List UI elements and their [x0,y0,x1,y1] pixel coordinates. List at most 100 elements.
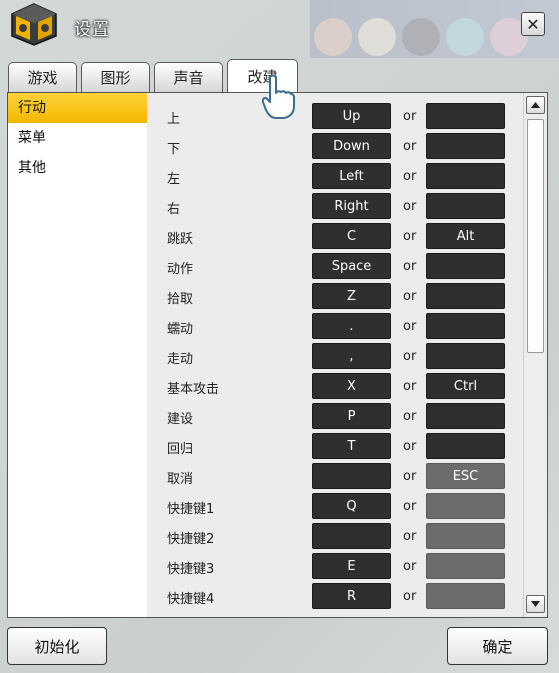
keybinding-row: 跳跃 Cor Alt [167,221,512,251]
hand-pointer-icon [262,74,295,119]
or-separator: or [403,169,417,184]
category-sidebar: 行动 菜单 其他 [8,93,147,617]
secondary-key-slot[interactable] [426,553,505,579]
or-separator: or [403,139,417,154]
secondary-key-slot[interactable] [426,433,505,459]
primary-key-slot[interactable]: X [312,373,391,399]
sidebar-item-action[interactable]: 行动 [8,93,147,123]
keybinding-row: 建设 Por [167,401,512,431]
tab-graphics[interactable]: 图形 [81,62,150,92]
primary-key-slot[interactable] [312,463,391,489]
secondary-key-slot[interactable] [426,403,505,429]
or-separator: or [403,109,417,124]
keybinding-row: 左 Left or [167,161,512,191]
primary-key-slot[interactable]: Q [312,493,391,519]
settings-panel: 行动 菜单 其他 上 Up or 下 Down or 左 Left or 右 Right or 跳跃 Co… [7,92,548,618]
confirm-button[interactable]: 确定 [447,627,548,665]
action-label: 基本攻击 [167,382,220,397]
keybinding-row: 快捷键2 or [167,521,512,551]
secondary-key-slot[interactable] [426,493,505,519]
keybinding-row: 上 Up or [167,101,512,131]
action-label: 取消 [167,472,194,487]
scroll-up-arrow-icon [531,102,540,108]
scroll-up-button[interactable] [526,96,545,114]
action-label: 快捷键3 [167,562,215,577]
secondary-key-slot[interactable]: Ctrl [426,373,505,399]
primary-key-slot[interactable]: Right [312,193,391,219]
secondary-key-slot[interactable] [426,103,505,129]
keybinding-row: 快捷键1 Qor [167,491,512,521]
scroll-down-arrow-icon [531,601,540,607]
settings-window: 设置 ✕ 游戏 图形 声音 改建 行动 菜单 其他 上 Up or 下 Down or 左 L… [0,0,559,673]
reset-button[interactable]: 初始化 [7,627,107,665]
or-separator: or [403,469,417,484]
primary-key-slot[interactable]: Z [312,283,391,309]
sidebar-item-menu[interactable]: 菜单 [8,123,147,153]
keybinding-row: 快捷键4 Ror [167,581,512,611]
or-separator: or [403,349,417,364]
or-separator: or [403,439,417,454]
primary-key-slot[interactable]: C [312,223,391,249]
keybinding-row: 基本攻击 Xor Ctrl [167,371,512,401]
keybinding-row: 蠕动. or [167,311,512,341]
or-separator: or [403,499,417,514]
primary-key-slot[interactable]: . [312,313,391,339]
secondary-key-slot[interactable]: ESC [426,463,505,489]
title-bar[interactable]: 设置 ✕ [0,0,559,52]
or-separator: or [403,289,417,304]
action-label: 快捷键4 [167,592,215,607]
secondary-key-slot[interactable] [426,253,505,279]
or-separator: or [403,379,417,394]
or-separator: or [403,409,417,424]
gear-box-icon [11,3,57,46]
action-label: 下 [167,142,181,157]
or-separator: or [403,199,417,214]
secondary-key-slot[interactable] [426,313,505,339]
keybinding-row: 快捷键3 Eor [167,551,512,581]
close-button[interactable]: ✕ [521,12,545,36]
action-label: 快捷键2 [167,532,215,547]
secondary-key-slot[interactable] [426,193,505,219]
tab-game[interactable]: 游戏 [8,62,77,92]
primary-key-slot[interactable] [312,523,391,549]
action-label: 右 [167,202,181,217]
primary-key-slot[interactable]: Left [312,163,391,189]
primary-key-slot[interactable]: E [312,553,391,579]
secondary-key-slot[interactable] [426,163,505,189]
or-separator: or [403,259,417,274]
primary-key-slot[interactable]: Space [312,253,391,279]
keybinding-row: 回归 Tor [167,431,512,461]
secondary-key-slot[interactable] [426,283,505,309]
secondary-key-slot[interactable] [426,583,505,609]
or-separator: or [403,559,417,574]
scrollbar[interactable] [523,93,547,617]
action-label: 拾取 [167,292,194,307]
scroll-down-button[interactable] [526,595,545,613]
action-label: 动作 [167,262,194,277]
or-separator: or [403,589,417,604]
primary-key-slot[interactable]: Down [312,133,391,159]
secondary-key-slot[interactable] [426,343,505,369]
action-label: 左 [167,172,181,187]
secondary-key-slot[interactable] [426,523,505,549]
tab-sound[interactable]: 声音 [154,62,223,92]
or-separator: or [403,229,417,244]
keybinding-row: 下 Down or [167,131,512,161]
secondary-key-slot[interactable]: Alt [426,223,505,249]
action-label: 回归 [167,442,194,457]
primary-key-slot[interactable]: Up [312,103,391,129]
or-separator: or [403,529,417,544]
secondary-key-slot[interactable] [426,133,505,159]
keybinding-row: 右 Right or [167,191,512,221]
scrollbar-thumb[interactable] [527,119,544,353]
keybinding-row: 取消 or ESC [167,461,512,491]
primary-key-slot[interactable]: P [312,403,391,429]
primary-key-slot[interactable]: R [312,583,391,609]
action-label: 快捷键1 [167,502,215,517]
primary-key-slot[interactable]: T [312,433,391,459]
keybinding-row: 拾取 Zor [167,281,512,311]
keybinding-row: 走动, or [167,341,512,371]
action-label: 走动 [167,352,194,367]
primary-key-slot[interactable]: , [312,343,391,369]
sidebar-item-other[interactable]: 其他 [8,153,147,183]
